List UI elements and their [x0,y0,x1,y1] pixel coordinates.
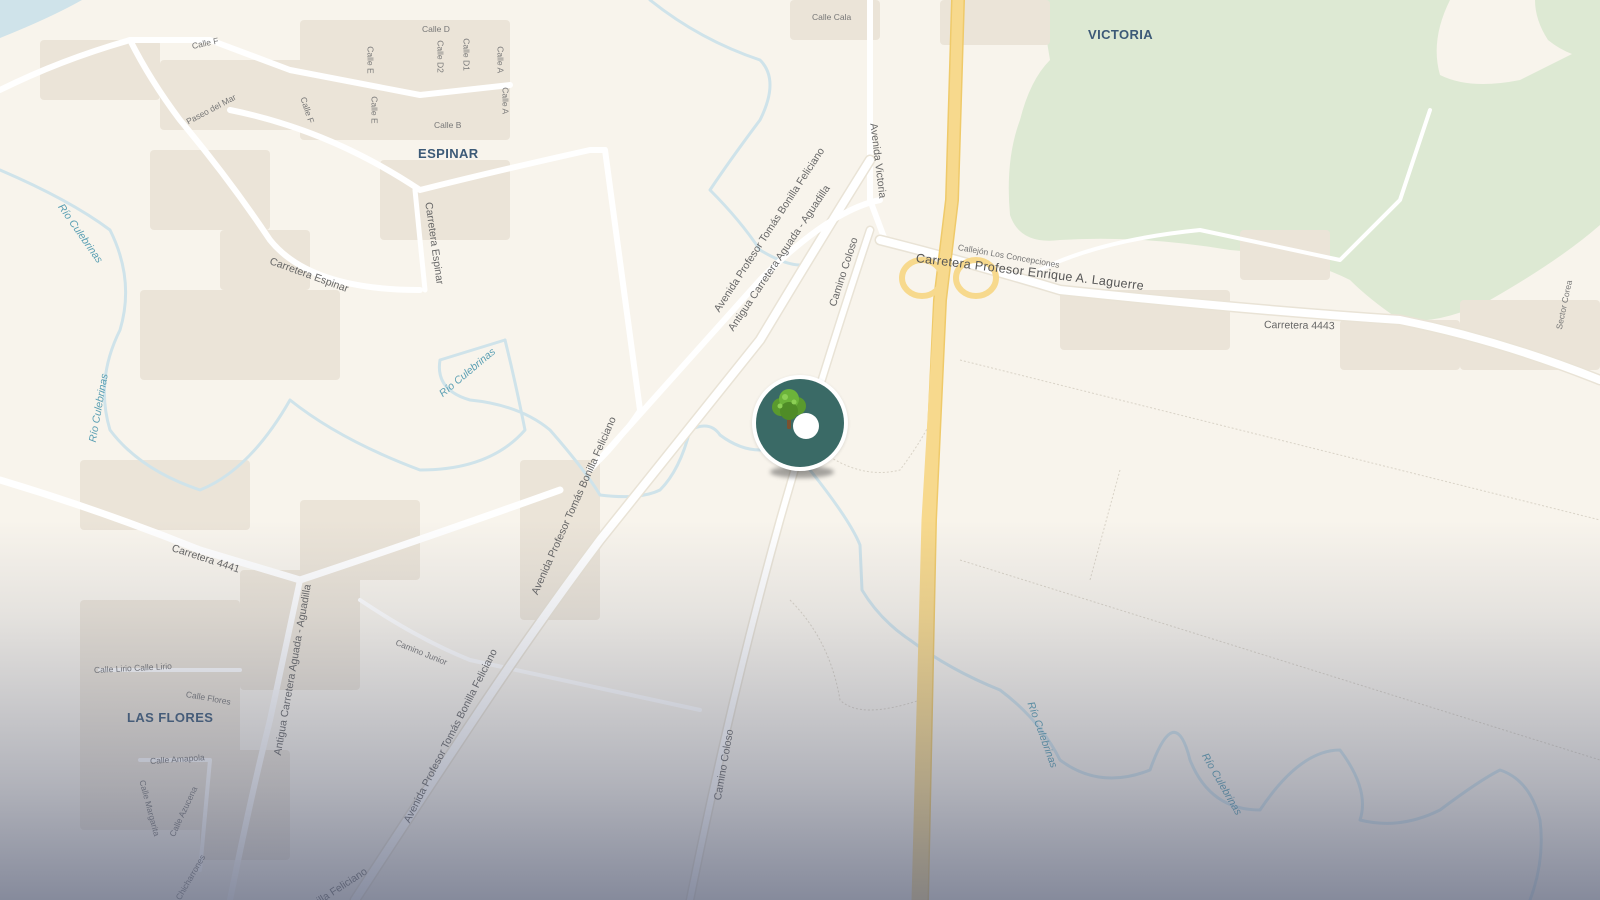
location-marker[interactable] [752,375,848,471]
street-label-calle-d2: Calle D2 [435,40,446,73]
street-label-calle-b: Calle B [434,120,462,130]
sea-area [0,0,82,38]
place-label-espinar: ESPINAR [418,146,479,161]
place-label-las-flores: LAS FLORES [127,710,214,725]
road-label-carretera-4443: Carretera 4443 [1263,319,1335,333]
marker-badge [756,379,844,467]
marker-center-dot [793,413,819,439]
highway [899,0,999,900]
street-label-calle-e-top: Calle E [365,46,376,74]
street-label-calle-a: Calle A [500,87,511,115]
street-label-calle-e: Calle E [369,96,380,124]
street-label-calle-a-top: Calle A [495,46,506,74]
street-label-calle-cala: Calle Cala [812,12,852,22]
street-label-calle-d1: Calle D1 [461,38,472,71]
street-label-calle-d: Calle D [422,24,450,34]
map-canvas[interactable]: VICTORIA ESPINAR LAS FLORES Avenida Prof… [0,0,1600,900]
tracks [789,359,1600,761]
place-label-victoria: VICTORIA [1088,27,1154,42]
